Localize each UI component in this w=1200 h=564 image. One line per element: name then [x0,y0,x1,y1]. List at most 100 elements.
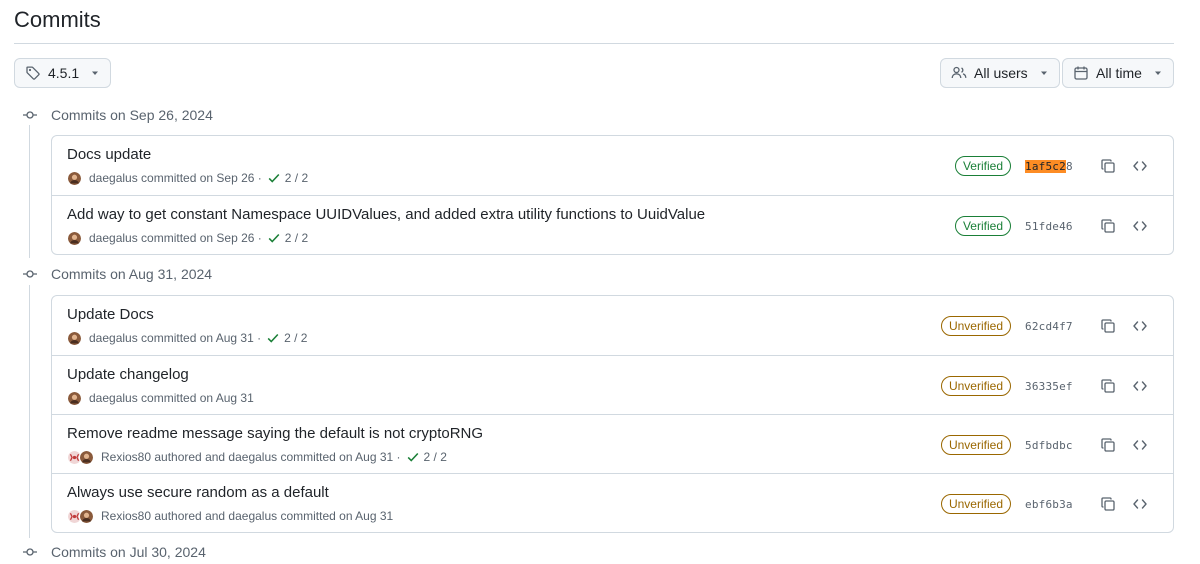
daegalus-avatar[interactable] [79,449,94,465]
sha-text: 51fde46 [1025,219,1073,233]
page-title: Commits [14,7,101,32]
chevron-down-icon [1039,68,1049,78]
commit-sha-link[interactable]: ebf6b3a [1025,498,1087,511]
check-count[interactable]: 2 / 2 [284,331,307,345]
commit-author-text: daegalus committed on Sep 26 · [89,171,262,185]
sha-text: 8 [1065,159,1073,173]
calendar-icon [1073,65,1089,81]
commit-actions: Verified 1af5c28 [954,155,1151,177]
commit-sha-link[interactable]: 36335ef [1025,380,1087,393]
commit-row: Update Docs daegalus committed on Aug 31 … [52,296,1173,355]
git-commit-icon [22,266,38,282]
daegalus-avatar[interactable] [67,170,82,186]
commit-author-text: daegalus committed on Sep 26 · [89,231,262,245]
commit-group-date: Commits on Jul 30, 2024 [51,544,206,560]
copy-icon[interactable] [1097,434,1119,456]
commit-author-text: daegalus committed on Aug 31 · [89,331,262,345]
code-browse-icon[interactable] [1129,315,1151,337]
daegalus-avatar[interactable] [67,390,82,406]
signature-badge[interactable]: Verified [954,156,1011,176]
commit-list: Docs update daegalus committed on Sep 26 … [51,135,1174,255]
signature-badge[interactable]: Verified [954,216,1011,236]
commit-group-heading: Commits on Sep 26, 2024 [22,105,213,125]
code-browse-icon[interactable] [1129,434,1151,456]
avatar-stack[interactable] [67,508,94,524]
commit-sha-link[interactable]: 5dfbdbc [1025,439,1087,452]
daegalus-avatar[interactable] [79,508,94,524]
commit-meta: daegalus committed on Aug 31 [67,390,254,406]
chevron-down-icon [90,68,100,78]
sha-text: ebf6b3a [1025,497,1073,511]
commit-row: Docs update daegalus committed on Sep 26 … [52,136,1173,195]
commit-list: Update Docs daegalus committed on Aug 31 … [51,295,1174,533]
commit-title-link[interactable]: Docs update [67,146,151,163]
avatar-stack[interactable] [67,330,82,346]
check-icon[interactable] [267,231,281,245]
commit-meta: daegalus committed on Aug 31 · 2 / 2 [67,330,307,346]
tag-icon [25,65,41,81]
signature-badge[interactable]: Unverified [940,435,1011,455]
code-browse-icon[interactable] [1129,493,1151,515]
commit-meta: daegalus committed on Sep 26 · 2 / 2 [67,170,308,186]
sha-highlight: 1af5c2 [1025,159,1066,173]
check-icon[interactable] [406,450,420,464]
commit-row: Remove readme message saying the default… [52,414,1173,473]
avatar-stack[interactable] [67,230,82,246]
signature-badge[interactable]: Unverified [940,494,1011,514]
code-browse-icon[interactable] [1129,375,1151,397]
commit-row: Always use secure random as a default Rex… [52,473,1173,532]
commit-group-heading: Commits on Aug 31, 2024 [22,264,212,284]
commit-title-link[interactable]: Remove readme message saying the default… [67,425,483,442]
commit-title-link[interactable]: Add way to get constant Namespace UUIDVa… [67,206,705,223]
commit-meta: daegalus committed on Sep 26 · 2 / 2 [67,230,308,246]
copy-icon[interactable] [1097,375,1119,397]
daegalus-avatar[interactable] [67,230,82,246]
commit-meta: Rexios80 authored and daegalus committed… [67,449,447,465]
check-count[interactable]: 2 / 2 [424,450,447,464]
check-icon[interactable] [267,171,281,185]
commit-title-link[interactable]: Always use secure random as a default [67,484,329,501]
copy-icon[interactable] [1097,315,1119,337]
commit-author-text: daegalus committed on Aug 31 [89,391,254,405]
check-icon[interactable] [266,331,280,345]
check-count[interactable]: 2 / 2 [285,231,308,245]
commit-author-text: Rexios80 authored and daegalus committed… [101,450,401,464]
signature-badge[interactable]: Unverified [940,376,1011,396]
commit-group-heading: Commits on Jul 30, 2024 [22,542,206,562]
copy-icon[interactable] [1097,155,1119,177]
users-filter-button[interactable]: All users [940,58,1060,88]
commit-sha-link[interactable]: 1af5c28 [1025,159,1087,173]
commit-title-link[interactable]: Update Docs [67,306,154,323]
commit-actions: Unverified ebf6b3a [940,493,1151,515]
code-browse-icon[interactable] [1129,215,1151,237]
commit-actions: Unverified 62cd4f7 [940,315,1151,337]
branch-tag-label: 4.5.1 [48,65,80,81]
sha-text: 5dfbdbc [1025,438,1073,452]
title-divider [14,43,1174,44]
avatar-stack[interactable] [67,390,82,406]
git-commit-icon [22,107,38,123]
chevron-down-icon [1153,68,1163,78]
copy-icon[interactable] [1097,493,1119,515]
code-browse-icon[interactable] [1129,155,1151,177]
avatar-stack[interactable] [67,170,82,186]
users-filter-label: All users [974,65,1028,81]
copy-icon[interactable] [1097,215,1119,237]
commit-group-date: Commits on Aug 31, 2024 [51,266,213,282]
signature-badge[interactable]: Unverified [940,316,1011,336]
commit-sha-link[interactable]: 62cd4f7 [1025,320,1087,333]
sha-text: 36335ef [1025,379,1073,393]
daegalus-avatar[interactable] [67,330,82,346]
branch-tag-selector[interactable]: 4.5.1 [14,58,112,88]
check-count[interactable]: 2 / 2 [285,171,308,185]
timeline-line [29,125,30,258]
commit-meta: Rexios80 authored and daegalus committed… [67,508,393,524]
commit-row: Add way to get constant Namespace UUIDVa… [52,195,1173,254]
avatar-stack[interactable] [67,449,94,465]
commit-row: Update changelog daegalus committed on Au… [52,355,1173,414]
people-icon [951,65,967,81]
commit-title-link[interactable]: Update changelog [67,366,189,383]
time-filter-label: All time [1096,65,1142,81]
commit-sha-link[interactable]: 51fde46 [1025,220,1087,233]
time-filter-button[interactable]: All time [1062,58,1174,88]
